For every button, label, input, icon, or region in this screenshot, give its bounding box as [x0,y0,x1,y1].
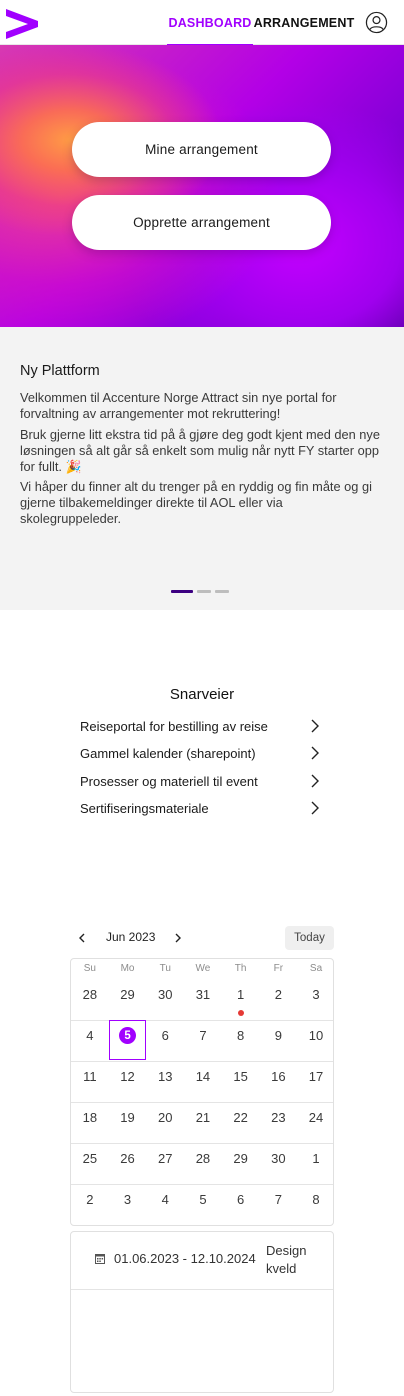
calendar-day[interactable]: 3 [297,987,333,1002]
calendar-row-divider [71,1184,333,1185]
calendar-day[interactable]: 30 [146,987,184,1002]
calendar-weekday-label: Th [234,963,247,974]
calendar-day[interactable]: 2 [260,987,298,1002]
calendar-day[interactable]: 29 [222,1151,260,1166]
calendar-today-button[interactable]: Today [285,926,334,950]
calendar-grid: Su Mo Tu We Th Fr Sa 28 29 30 31 1 2 3 4 5 6 7 8 9 10 11 12 13 1… [70,958,334,1226]
nav-dashboard[interactable]: DASHBOARD [167,0,253,46]
calendar-month-label: Jun 2023 [106,930,156,944]
calendar-day[interactable]: 14 [184,1069,222,1084]
calendar-event-dot [237,1010,244,1016]
calendar-day[interactable]: 30 [260,1151,298,1166]
calendar-day[interactable]: 16 [260,1069,298,1084]
user-profile-icon[interactable] [365,11,388,34]
info-paragraph: Velkommen til Accenture Norge Attract si… [20,390,337,421]
event-divider [71,1289,333,1290]
calendar-weekday-label: Fr [273,963,284,974]
calendar-day[interactable]: 22 [222,1110,260,1125]
chevron-right-icon [311,774,319,788]
calendar-weekday-label: Tu [159,963,171,974]
calendar-day[interactable]: 8 [222,1028,260,1043]
shortcut-label: Prosesser og materiell til event [80,773,258,789]
carousel-dot-1[interactable] [171,590,193,593]
calendar-day[interactable]: 3 [109,1192,147,1207]
chevron-right-icon [311,746,319,760]
shortcuts-title: Snarveier [169,686,235,703]
info-title: Ny Plattform [20,363,100,379]
calendar-day[interactable]: 25 [71,1151,109,1166]
hero-banner: Mine arrangement Opprette arrangement [0,45,404,327]
calendar-day[interactable]: 5 [184,1192,222,1207]
chevron-right-icon [311,801,319,815]
calendar-day[interactable]: 7 [184,1028,222,1043]
calendar-day[interactable]: 6 [222,1192,260,1207]
calendar-day[interactable]: 11 [71,1069,109,1084]
calendar-day[interactable]: 29 [109,987,147,1002]
calendar-day[interactable]: 4 [146,1192,184,1207]
nav-arrangement[interactable]: ARRANGEMENT [254,0,355,45]
calendar-day[interactable]: 13 [146,1069,184,1084]
calendar-weekday-label: We [195,963,211,974]
carousel-dot-3[interactable] [215,590,229,593]
calendar-day[interactable]: 9 [260,1028,298,1043]
calendar-header: Jun 2023 Today [70,926,334,950]
calendar-day[interactable]: 26 [109,1151,147,1166]
shortcut-link-certification[interactable]: Sertifiseringsmateriale [80,797,320,819]
calendar-selected-day[interactable]: 5 [119,1027,137,1044]
event-date-range[interactable]: 01.06.2023 - 12.10.2024 [114,1251,256,1266]
shortcut-link-processes[interactable]: Prosesser og materiell til event [80,770,320,792]
calendar-weekday-label: Sa [309,963,323,974]
calendar-day[interactable]: 17 [297,1069,333,1084]
carousel-indicators [171,590,229,593]
calendar-day[interactable]: 28 [71,987,109,1002]
chevron-right-icon [311,719,319,733]
shortcut-label: Sertifiseringsmateriale [80,800,209,816]
calendar-day[interactable]: 2 [71,1192,109,1207]
calendar-day[interactable]: 20 [146,1110,184,1125]
calendar-day[interactable]: 4 [71,1028,109,1043]
info-paragraph: Bruk gjerne litt ekstra tid på å gjøre d… [20,427,380,474]
calendar-icon [95,1254,105,1264]
create-event-button[interactable]: Opprette arrangement [72,195,331,250]
shortcut-link-old-calendar[interactable]: Gammel kalender (sharepoint) [80,742,320,764]
shortcut-label: Reiseportal for bestilling av reise [80,718,268,734]
calendar-day[interactable]: 1 [222,987,260,1002]
calendar-day[interactable]: 21 [184,1110,222,1125]
chevron-left-icon[interactable] [76,930,88,946]
calendar-day[interactable]: 6 [146,1028,184,1043]
chevron-right-icon[interactable] [172,930,184,946]
calendar-day[interactable]: 28 [184,1151,222,1166]
calendar-day[interactable]: 10 [297,1028,333,1043]
calendar-day[interactable]: 31 [184,987,222,1002]
calendar-weekday-label: Su [83,963,96,974]
event-list: 01.06.2023 - 12.10.2024 Design kveld [70,1231,334,1393]
calendar-day[interactable]: 1 [297,1151,333,1166]
my-events-button[interactable]: Mine arrangement [72,122,331,177]
nav-dashboard-label: DASHBOARD [168,15,252,30]
shortcut-label: Gammel kalender (sharepoint) [80,745,256,761]
info-carousel: Ny Plattform Velkommen til Accenture Nor… [0,327,404,610]
top-navigation-bar: DASHBOARD ARRANGEMENT [0,0,404,46]
nav-arrangement-label: ARRANGEMENT [253,15,355,30]
shortcut-link-travel[interactable]: Reiseportal for bestilling av reise [80,715,320,737]
accenture-logo-icon[interactable] [6,9,38,39]
calendar-day[interactable]: 23 [260,1110,298,1125]
calendar-day[interactable]: 24 [297,1110,333,1125]
calendar-day[interactable]: 15 [222,1069,260,1084]
calendar-day[interactable]: 7 [260,1192,298,1207]
event-name[interactable]: Design kveld [266,1242,326,1278]
carousel-dot-2[interactable] [197,590,211,593]
calendar-row-divider [71,1102,333,1103]
calendar-day[interactable]: 8 [297,1192,333,1207]
calendar-row-divider [71,1061,333,1062]
calendar-day[interactable]: 19 [109,1110,147,1125]
calendar-day[interactable]: 12 [109,1069,147,1084]
calendar-row-divider [71,1143,333,1144]
calendar-weekday-label: Mo [120,963,135,974]
calendar-day[interactable]: 18 [71,1110,109,1125]
info-paragraph: Vi håper du finner alt du trenger på en … [20,479,372,526]
calendar-day[interactable]: 27 [146,1151,184,1166]
